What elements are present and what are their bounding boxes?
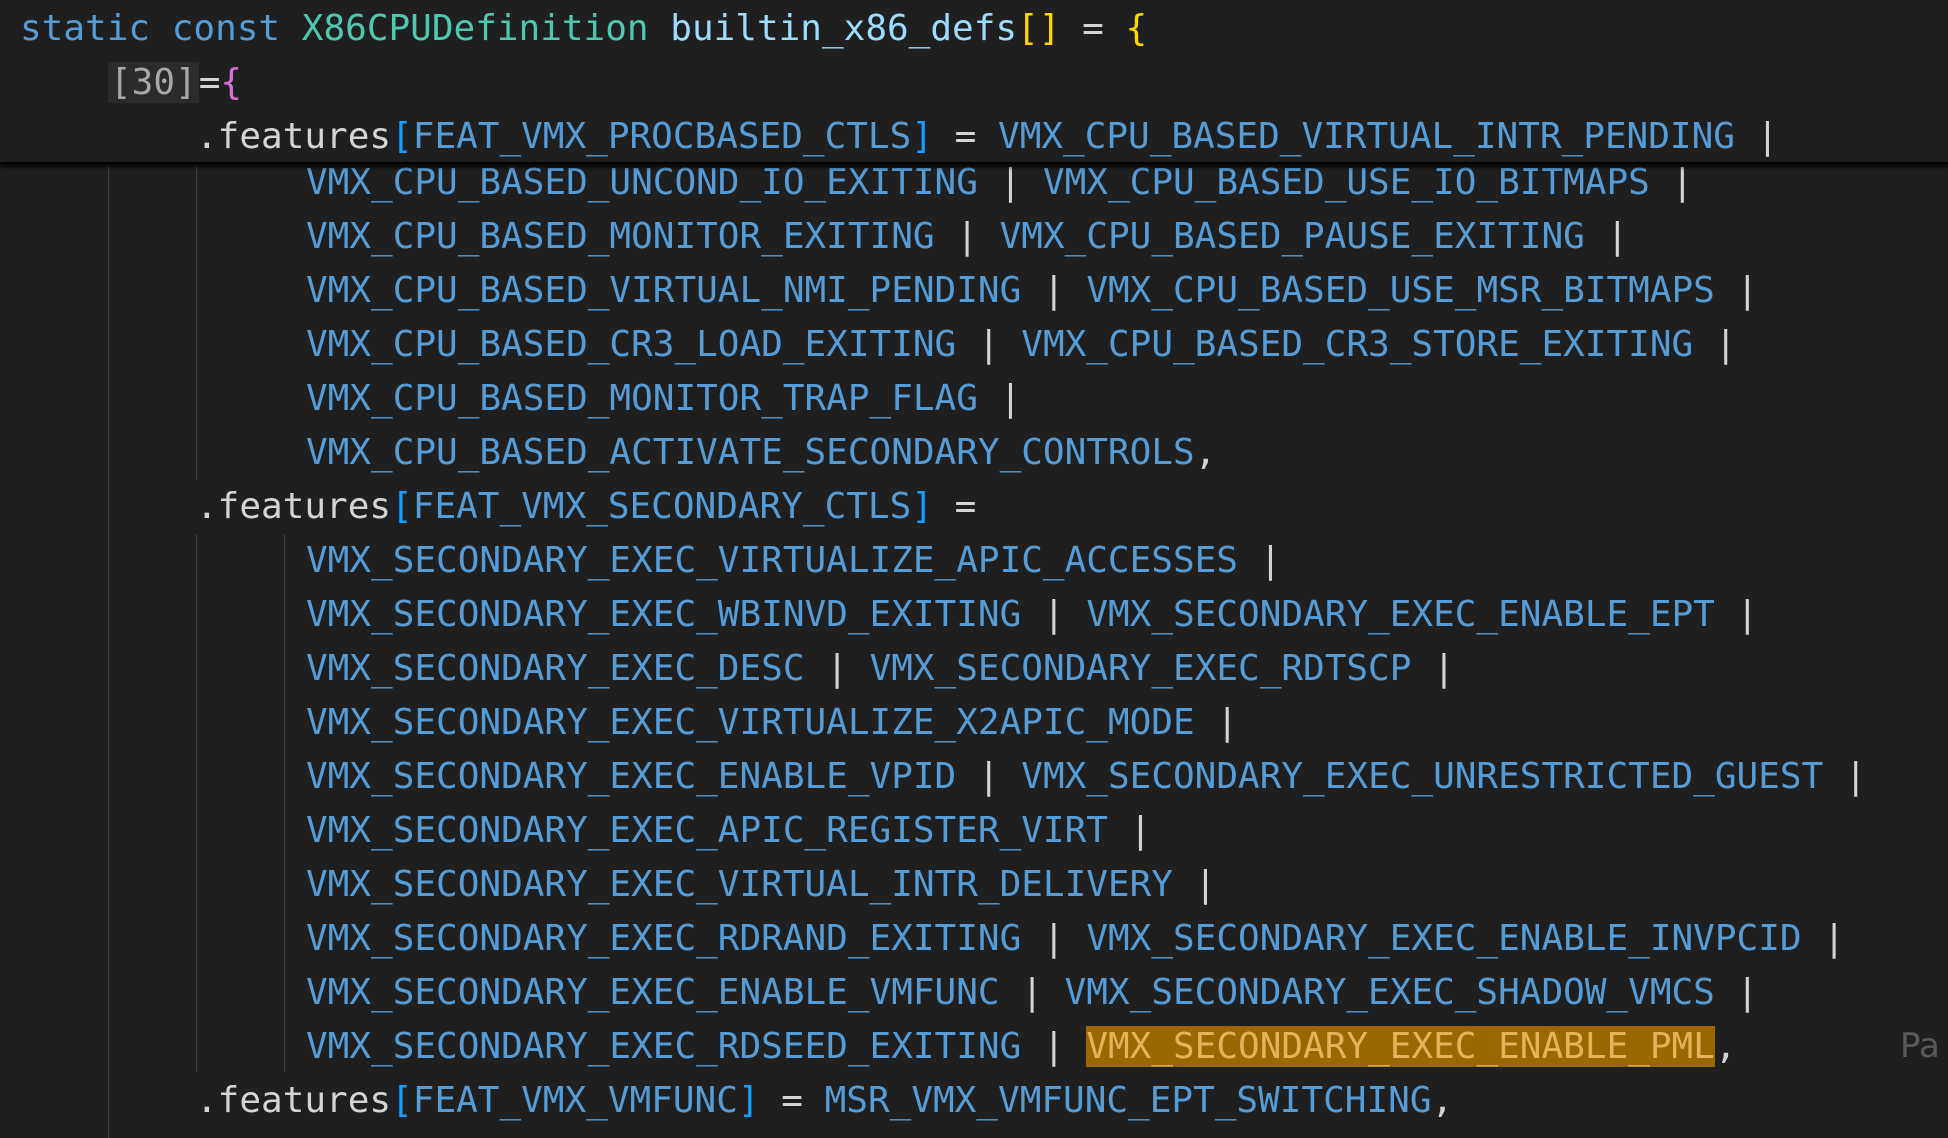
flag-value: VMX_SECONDARY_EXEC_RDSEED_EXITING xyxy=(306,1026,1022,1067)
inline-hint-text: Pa xyxy=(1900,1026,1940,1066)
flag-value: VMX_CPU_BASED_CR3_STORE_EXITING xyxy=(1021,324,1694,365)
code-editor[interactable]: static const X86CPUDefinition builtin_x8… xyxy=(0,0,1948,1138)
flag-value: VMX_CPU_BASED_MONITOR_EXITING xyxy=(306,216,935,257)
feature-key: FEAT_VMX_PROCBASED_CTLS xyxy=(412,116,912,157)
code-line[interactable]: VMX_SECONDARY_EXEC_WBINVD_EXITING | VMX_… xyxy=(306,588,1758,642)
code-line[interactable]: [30]={ xyxy=(108,56,242,110)
code-line[interactable]: static const X86CPUDefinition builtin_x8… xyxy=(20,2,1147,56)
flag-value: VMX_SECONDARY_EXEC_APIC_REGISTER_VIRT xyxy=(306,810,1108,851)
member-prefix: .features xyxy=(196,116,392,157)
flag-value: VMX_SECONDARY_EXEC_DESC xyxy=(306,648,805,689)
open-brace: { xyxy=(1125,8,1148,49)
highlighted-selection[interactable]: VMX_SECONDARY_EXEC_ENABLE_PML xyxy=(1086,1026,1715,1067)
flag-value: VMX_CPU_BASED_CR3_LOAD_EXITING xyxy=(306,324,957,365)
assign-operator: = xyxy=(1082,8,1104,49)
flag-value: VMX_SECONDARY_EXEC_ENABLE_VMFUNC xyxy=(306,972,1000,1013)
code-line[interactable]: .features[FEAT_VMX_SECONDARY_CTLS] = xyxy=(196,480,976,534)
keyword-static: static xyxy=(20,8,151,49)
flag-value: VMX_SECONDARY_EXEC_ENABLE_EPT xyxy=(1086,594,1715,635)
keyword-const: const xyxy=(171,8,281,49)
flag-value: VMX_SECONDARY_EXEC_RDRAND_EXITING xyxy=(306,918,1022,959)
flag-value: VMX_SECONDARY_EXEC_SHADOW_VMCS xyxy=(1064,972,1715,1013)
flag-value: VMX_SECONDARY_EXEC_VIRTUAL_INTR_DELIVERY xyxy=(306,864,1173,905)
flag-value: VMX_CPU_BASED_USE_MSR_BITMAPS xyxy=(1086,270,1715,311)
assign-operator: = xyxy=(198,62,221,103)
flag-value: VMX_SECONDARY_EXEC_VIRTUALIZE_APIC_ACCES… xyxy=(306,540,1238,581)
array-brackets: [] xyxy=(1017,8,1061,49)
code-line[interactable]: VMX_CPU_BASED_MONITOR_TRAP_FLAG | xyxy=(306,372,1021,426)
flag-value: MSR_VMX_VMFUNC_EPT_SWITCHING xyxy=(824,1080,1432,1121)
code-line[interactable]: VMX_SECONDARY_EXEC_VIRTUAL_INTR_DELIVERY… xyxy=(306,858,1216,912)
flag-value: VMX_SECONDARY_EXEC_UNRESTRICTED_GUEST xyxy=(1021,756,1824,797)
indent-guide xyxy=(284,534,285,1072)
feature-key: FEAT_VMX_VMFUNC xyxy=(412,1080,738,1121)
flag-value: VMX_CPU_BASED_VIRTUAL_NMI_PENDING xyxy=(306,270,1022,311)
flag-value: VMX_SECONDARY_EXEC_ENABLE_INVPCID xyxy=(1086,918,1802,959)
code-line[interactable]: VMX_SECONDARY_EXEC_ENABLE_VPID | VMX_SEC… xyxy=(306,750,1867,804)
flag-value: VMX_SECONDARY_EXEC_ENABLE_VPID xyxy=(306,756,957,797)
code-line[interactable]: VMX_SECONDARY_EXEC_ENABLE_VMFUNC | VMX_S… xyxy=(306,966,1758,1020)
code-line[interactable]: VMX_SECONDARY_EXEC_VIRTUALIZE_X2APIC_MOD… xyxy=(306,696,1238,750)
sticky-scroll-header[interactable]: static const X86CPUDefinition builtin_x8… xyxy=(0,0,1948,164)
variable-name: builtin_x86_defs xyxy=(670,8,1018,49)
code-line[interactable]: VMX_CPU_BASED_ACTIVATE_SECONDARY_CONTROL… xyxy=(306,426,1216,480)
flag-value: VMX_CPU_BASED_VIRTUAL_INTR_PENDING xyxy=(998,116,1735,157)
flag-value: VMX_SECONDARY_EXEC_VIRTUALIZE_X2APIC_MOD… xyxy=(306,702,1195,743)
flag-value: VMX_CPU_BASED_USE_IO_BITMAPS xyxy=(1042,162,1650,203)
feature-key: FEAT_VMX_SECONDARY_CTLS xyxy=(412,486,912,527)
code-line[interactable]: VMX_SECONDARY_EXEC_RDSEED_EXITING | VMX_… xyxy=(306,1020,1737,1074)
type-name: X86CPUDefinition xyxy=(301,8,649,49)
code-line[interactable]: VMX_SECONDARY_EXEC_APIC_REGISTER_VIRT | xyxy=(306,804,1151,858)
flag-value: VMX_SECONDARY_EXEC_RDTSCP xyxy=(869,648,1412,689)
flag-value: VMX_CPU_BASED_UNCOND_IO_EXITING xyxy=(306,162,978,203)
member-prefix: .features xyxy=(196,486,392,527)
open-brace: { xyxy=(220,62,243,103)
code-line[interactable]: VMX_CPU_BASED_VIRTUAL_NMI_PENDING | VMX_… xyxy=(306,264,1758,318)
code-line[interactable]: VMX_SECONDARY_EXEC_RDRAND_EXITING | VMX_… xyxy=(306,912,1845,966)
code-line[interactable]: VMX_SECONDARY_EXEC_DESC | VMX_SECONDARY_… xyxy=(306,642,1455,696)
code-line[interactable]: VMX_CPU_BASED_MONITOR_EXITING | VMX_CPU_… xyxy=(306,210,1628,264)
code-line[interactable]: .features[FEAT_VMX_PROCBASED_CTLS] = VMX… xyxy=(196,110,1778,164)
code-line[interactable]: VMX_CPU_BASED_CR3_LOAD_EXITING | VMX_CPU… xyxy=(306,318,1737,372)
flag-value: VMX_CPU_BASED_ACTIVATE_SECONDARY_CONTROL… xyxy=(306,432,1195,473)
flag-value: VMX_CPU_BASED_MONITOR_TRAP_FLAG xyxy=(306,378,978,419)
code-line[interactable]: VMX_CPU_BASED_UNCOND_IO_EXITING | VMX_CP… xyxy=(306,156,1693,210)
indent-guide xyxy=(196,534,197,1072)
member-prefix: .features xyxy=(196,1080,392,1121)
flag-value: VMX_CPU_BASED_PAUSE_EXITING xyxy=(999,216,1585,257)
code-line[interactable]: .features[FEAT_VMX_VMFUNC] = MSR_VMX_VMF… xyxy=(196,1074,1453,1128)
flag-value: VMX_SECONDARY_EXEC_WBINVD_EXITING xyxy=(306,594,1022,635)
array-index: [30] xyxy=(108,62,199,103)
indent-guide xyxy=(196,162,197,480)
indent-guide xyxy=(108,162,109,1138)
code-line[interactable]: VMX_SECONDARY_EXEC_VIRTUALIZE_APIC_ACCES… xyxy=(306,534,1281,588)
